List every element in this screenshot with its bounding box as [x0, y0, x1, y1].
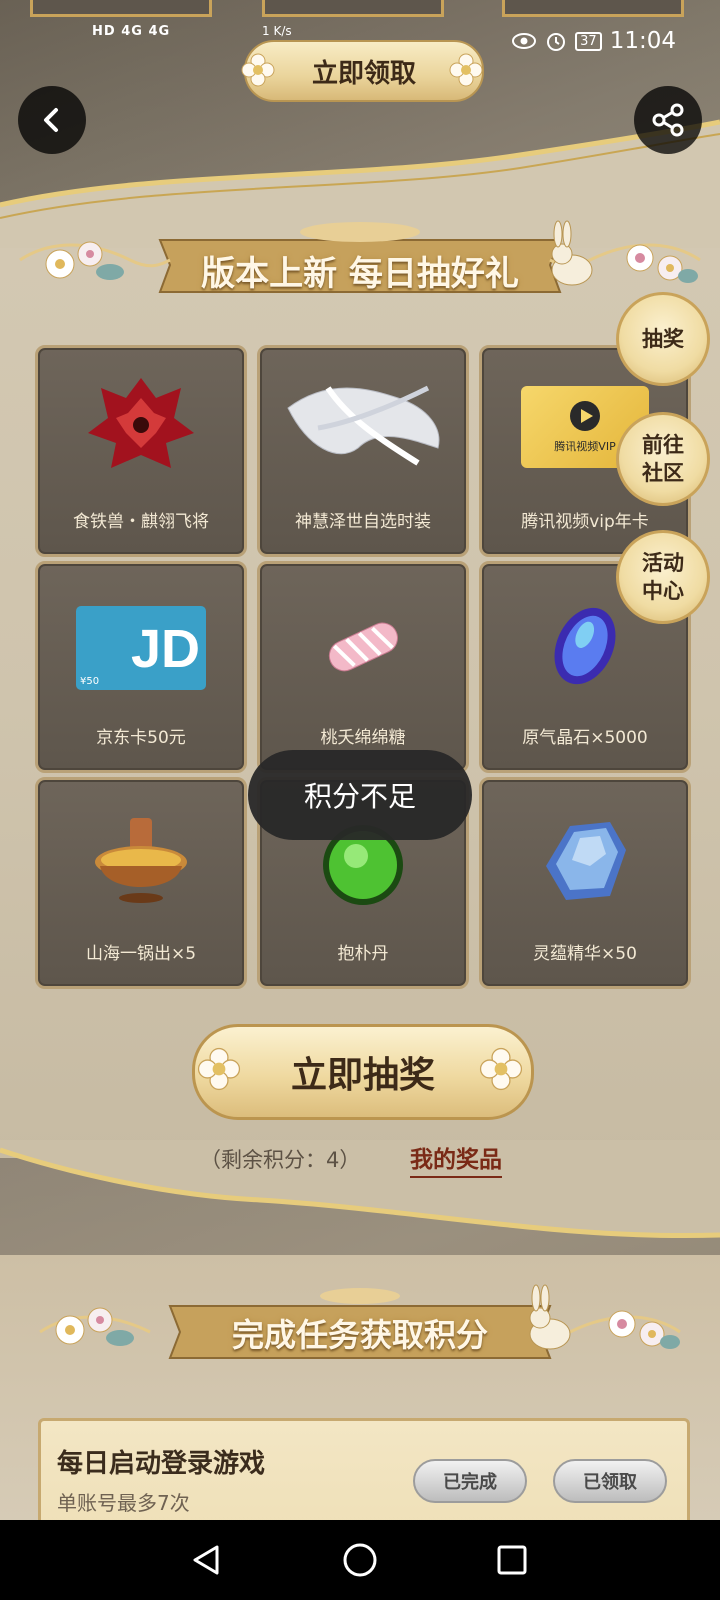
prize-name: 京东卡50元	[96, 728, 186, 748]
toast-message: 积分不足	[248, 750, 472, 840]
draw-banner: 版本上新 每日抽好礼	[10, 220, 710, 310]
prize-image	[38, 348, 244, 498]
back-button[interactable]	[18, 86, 86, 154]
prize-name: 抱朴丹	[337, 944, 389, 964]
side-community-label-2: 社区	[642, 461, 684, 485]
prize-card: JD ¥50 京东卡50元	[35, 561, 247, 773]
network-speed: 1 K/s	[262, 24, 292, 38]
task-claimed-badge: 已领取	[553, 1459, 667, 1503]
prize-name: 食铁兽・麒翎飞将	[73, 512, 209, 532]
task-banner: 完成任务获取积分	[10, 1284, 710, 1378]
task-subtitle: 单账号最多7次	[57, 1491, 190, 1515]
prize-image	[260, 348, 466, 498]
share-button[interactable]	[634, 86, 702, 154]
top-strip-right	[502, 0, 684, 17]
side-lottery-label: 抽奖	[642, 327, 684, 351]
jd-card-amount: ¥50	[80, 676, 100, 687]
prize-name: 桃夭绵绵糖	[320, 728, 406, 748]
square-recents-icon	[497, 1545, 527, 1575]
prize-card: 灵蕴精华×50	[479, 777, 691, 989]
flower-icon	[241, 53, 275, 87]
side-activity-label-1: 活动	[642, 551, 684, 575]
prize-card: 神慧泽世自选时装	[257, 345, 469, 557]
clock: 11:04	[609, 28, 676, 54]
play-logo-icon	[570, 401, 600, 431]
prize-name: 神慧泽世自选时装	[295, 512, 431, 532]
prize-card: 食铁兽・麒翎飞将	[35, 345, 247, 557]
claim-now-label: 立即领取	[311, 58, 416, 89]
circle-home-icon	[343, 1543, 377, 1577]
flower-icon	[479, 1047, 523, 1091]
remaining-points: （剩余积分：4）	[200, 1148, 361, 1172]
task-claimed-label: 已领取	[583, 1472, 637, 1493]
toast-text: 积分不足	[303, 780, 416, 813]
top-strip-left	[30, 0, 212, 17]
side-activity-button[interactable]: 活动 中心	[616, 530, 710, 624]
task-completed-badge: 已完成	[413, 1459, 527, 1503]
flower-icon	[449, 53, 483, 87]
prize-name: 灵蕴精华×50	[533, 944, 637, 964]
prize-name: 原气晶石×5000	[522, 728, 648, 748]
task-title: 每日启动登录游戏	[57, 1449, 266, 1479]
network-indicator: HD 4G 4G	[92, 24, 171, 39]
jd-card-image: JD ¥50	[76, 606, 206, 690]
task-card: 每日启动登录游戏 单账号最多7次 已完成 已领取	[38, 1418, 690, 1534]
status-right: 37 11:04	[511, 28, 676, 54]
side-community-label-1: 前往	[642, 433, 684, 457]
prize-image	[38, 780, 244, 930]
alarm-icon	[547, 33, 566, 51]
nav-recents-button[interactable]	[490, 1538, 534, 1582]
side-activity-label-2: 中心	[642, 579, 684, 603]
eye-icon	[512, 33, 537, 49]
prize-image: JD ¥50	[38, 564, 244, 714]
prize-name: 山海一锅出×5	[85, 944, 197, 964]
battery-indicator: 37	[575, 31, 602, 51]
side-community-button[interactable]: 前往 社区	[616, 412, 710, 506]
prize-card: 山海一锅出×5	[35, 777, 247, 989]
prize-image	[482, 780, 688, 930]
nav-back-button[interactable]	[184, 1538, 228, 1582]
triangle-back-icon	[193, 1545, 219, 1575]
prize-card: 桃夭绵绵糖	[257, 561, 469, 773]
flower-icon	[197, 1047, 241, 1091]
jd-card-text: JD	[130, 619, 200, 679]
task-completed-label: 已完成	[443, 1472, 497, 1493]
prize-name: 腾讯视频vip年卡	[521, 512, 649, 532]
prize-image	[260, 564, 466, 714]
task-banner-title: 完成任务获取积分	[231, 1316, 488, 1354]
system-nav-bar	[0, 1520, 720, 1600]
share-icon	[652, 103, 684, 137]
nav-home-button[interactable]	[338, 1538, 382, 1582]
draw-banner-title: 版本上新 每日抽好礼	[201, 254, 519, 294]
side-lottery-button[interactable]: 抽奖	[616, 292, 710, 386]
my-prizes-link[interactable]: 我的奖品	[410, 1140, 502, 1178]
top-strip-middle	[262, 0, 444, 17]
draw-now-label: 立即抽奖	[290, 1054, 435, 1096]
back-arrow-icon	[44, 108, 58, 132]
